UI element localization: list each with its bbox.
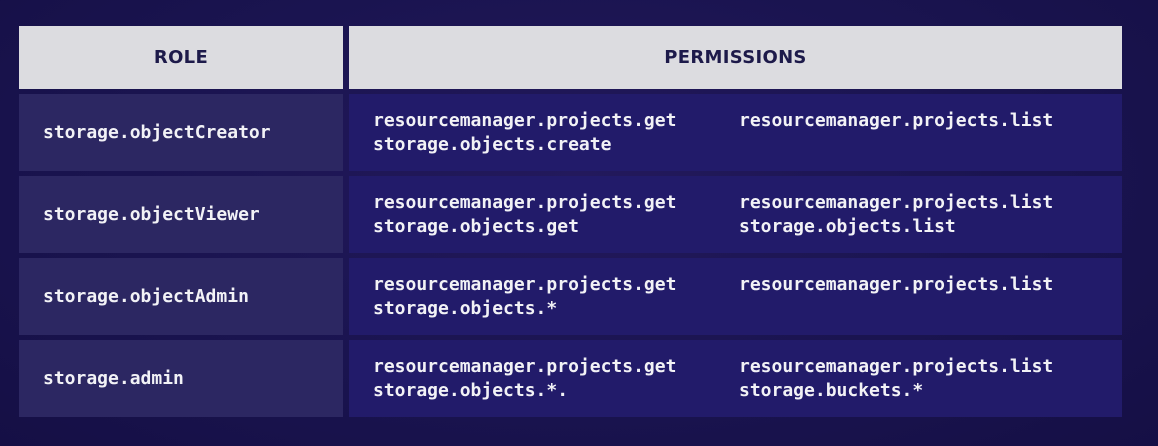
- permission-item: resourcemanager.projects.list: [739, 192, 1054, 213]
- permission-item: storage.objects.*: [373, 298, 558, 319]
- permission-item: resourcemanager.projects.get: [373, 110, 677, 131]
- permission-item: resourcemanager.projects.list: [739, 356, 1054, 377]
- permission-item: storage.objects.get: [373, 216, 579, 237]
- roles-permissions-table: ROLE PERMISSIONS storage.objectCreator r…: [19, 26, 1122, 417]
- permission-item: [739, 134, 1122, 156]
- permissions-cell: resourcemanager.projects.get resourceman…: [349, 176, 1122, 253]
- table-row: storage.objectViewer resourcemanager.pro…: [19, 176, 1122, 253]
- permissions-cell: resourcemanager.projects.get resourceman…: [349, 340, 1122, 417]
- permissions-cell: resourcemanager.projects.get resourceman…: [349, 258, 1122, 335]
- permission-item: storage.objects.*.: [373, 380, 569, 401]
- permission-item: [739, 298, 1122, 320]
- permission-item: resourcemanager.projects.list: [739, 274, 1054, 295]
- table-row: storage.admin resourcemanager.projects.g…: [19, 340, 1122, 417]
- permissions-column-header: PERMISSIONS: [349, 26, 1122, 89]
- permission-item: resourcemanager.projects.get: [373, 356, 677, 377]
- permission-item: storage.buckets.*: [739, 380, 924, 401]
- permission-item: resourcemanager.projects.get: [373, 192, 677, 213]
- permission-item: resourcemanager.projects.get: [373, 274, 677, 295]
- role-column-header: ROLE: [19, 26, 343, 89]
- role-name: storage.objectAdmin: [19, 258, 343, 335]
- table-header-row: ROLE PERMISSIONS: [19, 26, 1122, 89]
- permission-item: storage.objects.create: [373, 134, 612, 155]
- role-name: storage.objectCreator: [19, 94, 343, 171]
- permission-item: storage.objects.list: [739, 216, 956, 237]
- role-name: storage.admin: [19, 340, 343, 417]
- role-name: storage.objectViewer: [19, 176, 343, 253]
- permission-item: resourcemanager.projects.list: [739, 110, 1054, 131]
- table-row: storage.objectAdmin resourcemanager.proj…: [19, 258, 1122, 335]
- permissions-cell: resourcemanager.projects.get resourceman…: [349, 94, 1122, 171]
- table-row: storage.objectCreator resourcemanager.pr…: [19, 94, 1122, 171]
